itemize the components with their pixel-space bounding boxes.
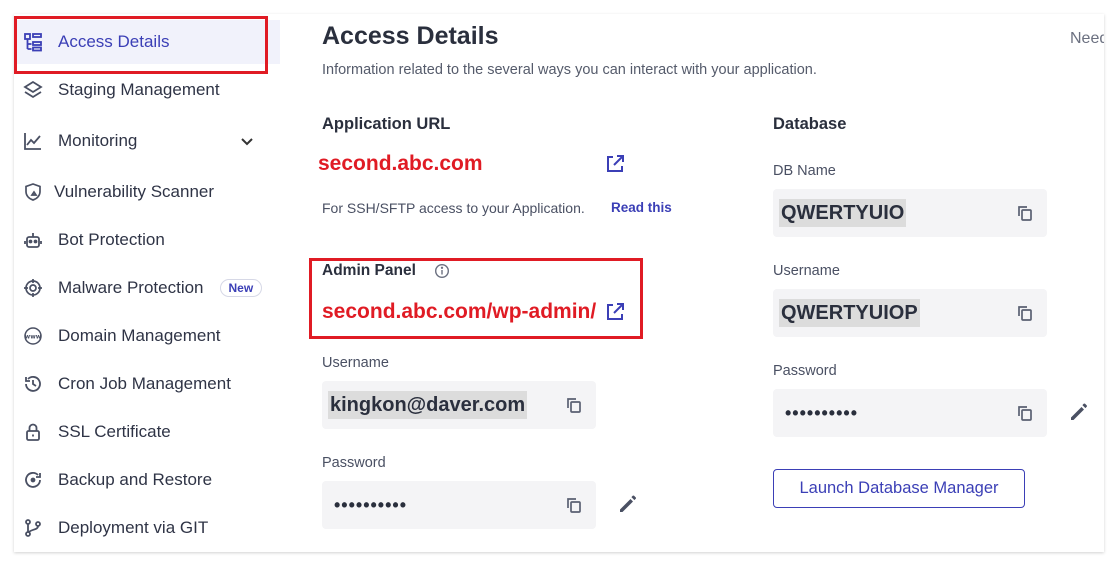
application-url-heading: Application URL [322, 115, 451, 133]
sidebar-item-label: Staging Management [58, 80, 220, 99]
backup-icon [22, 469, 44, 491]
copy-icon[interactable] [565, 396, 583, 414]
admin-password-field: •••••••••• [322, 481, 596, 529]
sidebar-item-label: Monitoring [58, 131, 138, 150]
lock-icon [22, 421, 44, 443]
sidebar-item-deployment-git[interactable]: Deployment via GIT [14, 506, 280, 550]
sidebar-item-vulnerability-scanner[interactable]: Vulnerability Scanner [14, 170, 280, 214]
highlight-box-sidebar [14, 16, 268, 74]
db-password-field: •••••••••• [773, 389, 1047, 437]
chevron-down-icon[interactable] [238, 132, 256, 150]
sidebar-item-label: Backup and Restore [58, 470, 213, 489]
sidebar-item-label: Cron Job Management [58, 374, 231, 393]
sidebar-item-staging-management[interactable]: Staging Management [14, 68, 280, 112]
db-password-value: •••••••••• [785, 403, 859, 423]
sidebar-item-label: Vulnerability Scanner [54, 182, 215, 201]
www-icon: www [22, 325, 44, 347]
read-this-link[interactable]: Read this [611, 200, 672, 215]
sidebar-item-cron-job-management[interactable]: Cron Job Management [14, 362, 280, 406]
svg-text:www: www [25, 334, 42, 341]
database-heading: Database [773, 115, 847, 133]
admin-password-value: •••••••••• [334, 495, 408, 515]
db-username-value: QWERTYUIOP [779, 299, 920, 327]
sidebar-item-domain-management[interactable]: www Domain Management [14, 314, 280, 358]
sidebar-item-bot-protection[interactable]: Bot Protection [14, 218, 280, 262]
new-badge: New [219, 279, 263, 297]
layers-icon [22, 79, 44, 101]
highlight-box-admin-panel [309, 258, 643, 339]
sidebar-item-label: Malware Protection [58, 278, 204, 297]
copy-icon[interactable] [1016, 204, 1034, 222]
crosshair-icon [22, 277, 44, 299]
history-icon [22, 373, 44, 395]
sidebar-item-ssl-certificate[interactable]: SSL Certificate [14, 410, 280, 454]
edit-db-password-icon[interactable] [1068, 401, 1090, 423]
admin-username-field: kingkon@daver.com [322, 381, 596, 429]
shield-scan-icon [22, 181, 44, 203]
admin-username-value: kingkon@daver.com [328, 391, 528, 419]
chart-line-icon [22, 130, 44, 152]
admin-password-label: Password [322, 455, 386, 471]
sidebar-item-monitoring[interactable]: Monitoring [14, 119, 280, 163]
db-name-label: DB Name [773, 163, 836, 179]
ssh-note: For SSH/SFTP access to your Application. [322, 200, 585, 216]
copy-icon[interactable] [565, 496, 583, 514]
sidebar-item-label: SSL Certificate [58, 422, 171, 441]
edit-password-icon[interactable] [617, 493, 639, 515]
db-username-label: Username [773, 263, 840, 279]
git-branch-icon [22, 517, 44, 539]
copy-icon[interactable] [1016, 404, 1034, 422]
robot-icon [22, 229, 44, 251]
sidebar-item-label: Bot Protection [58, 230, 165, 249]
copy-icon[interactable] [1016, 304, 1034, 322]
sidebar-item-label: Deployment via GIT [58, 518, 209, 537]
sidebar: Access Details Staging Management Monito… [14, 14, 280, 552]
launch-database-manager-button[interactable]: Launch Database Manager [773, 469, 1025, 508]
page-title: Access Details [322, 22, 499, 50]
sidebar-item-malware-protection[interactable]: Malware Protection New [14, 266, 280, 310]
sidebar-item-label: Domain Management [58, 326, 221, 345]
page-subtitle: Information related to the several ways … [322, 62, 817, 78]
external-link-icon[interactable] [604, 153, 626, 175]
admin-username-label: Username [322, 355, 389, 371]
application-url-link[interactable]: second.abc.com [318, 152, 483, 176]
help-link[interactable]: Need [1070, 30, 1104, 48]
db-username-field: QWERTYUIOP [773, 289, 1047, 337]
db-password-label: Password [773, 363, 837, 379]
db-name-value: QWERTYUIO [779, 199, 907, 227]
sidebar-item-backup-restore[interactable]: Backup and Restore [14, 458, 280, 502]
db-name-field: QWERTYUIO [773, 189, 1047, 237]
